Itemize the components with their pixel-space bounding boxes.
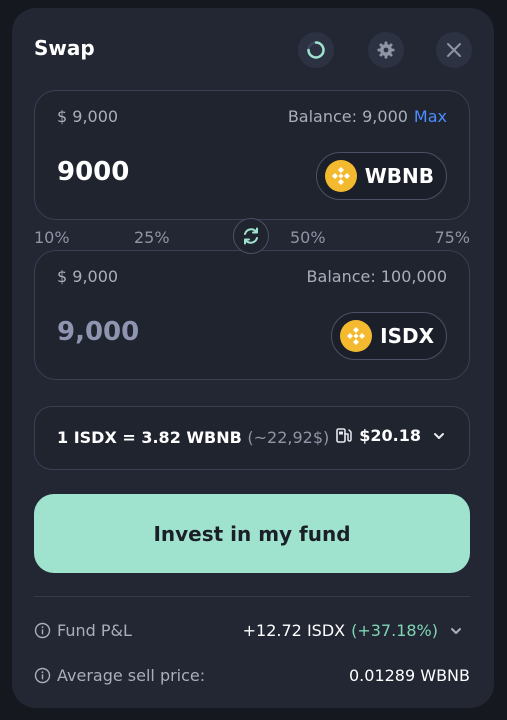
gas-pump-icon xyxy=(336,427,352,443)
to-balance: Balance: 100,000 xyxy=(306,267,447,286)
fund-pnl-amount: +12.72 ISDX xyxy=(242,621,346,640)
info-icon xyxy=(34,622,51,639)
average-sell-price-label-text: Average sell price: xyxy=(57,666,206,685)
swap-direction-button[interactable] xyxy=(233,218,269,254)
fund-pnl-label-text: Fund P&L xyxy=(57,621,132,640)
loading-spinner-icon xyxy=(307,41,325,59)
chevron-down-icon xyxy=(434,432,444,439)
average-sell-price-row: Average sell price: 0.01289 WBNB xyxy=(34,664,470,688)
gear-icon xyxy=(377,41,395,59)
exchange-rate: 1 ISDX = 3.82 WBNB (~22,92$) xyxy=(57,428,329,447)
exchange-rate-usd: (~22,92$) xyxy=(247,428,330,447)
to-usd-value: $ 9,000 xyxy=(57,267,119,286)
average-sell-price-label: Average sell price: xyxy=(34,666,205,685)
percent-50[interactable]: 50% xyxy=(290,228,326,247)
to-amount-input[interactable]: 9,000 xyxy=(57,317,139,347)
bnb-token-icon xyxy=(324,160,357,192)
swap-header: Swap xyxy=(34,32,472,68)
from-token-name: WBNB xyxy=(364,164,434,188)
settings-button[interactable] xyxy=(368,32,404,68)
fund-pnl-row: Fund P&L +12.72 ISDX (+37.18%) xyxy=(34,619,470,643)
bnb-token-icon xyxy=(340,320,373,352)
percent-25[interactable]: 25% xyxy=(134,228,170,247)
page-title: Swap xyxy=(34,36,95,60)
divider xyxy=(34,596,470,597)
from-balance: Balance: 9,000 Max xyxy=(288,107,447,126)
close-icon xyxy=(447,43,461,57)
max-button[interactable]: Max xyxy=(414,107,447,126)
gas-fee-value: $20.18 xyxy=(359,426,421,445)
fund-pnl-percent: (+37.18%) xyxy=(351,621,438,640)
info-icon xyxy=(34,667,51,684)
from-usd-value: $ 9,000 xyxy=(57,107,119,126)
invest-button[interactable]: Invest in my fund xyxy=(34,494,470,573)
from-token-panel: $ 9,000 Balance: 9,000 Max 9000 WBNB xyxy=(34,90,470,220)
refresh-button[interactable] xyxy=(298,32,334,68)
chevron-down-icon xyxy=(451,627,461,634)
fund-pnl-label: Fund P&L xyxy=(34,621,132,640)
exchange-rate-panel[interactable]: 1 ISDX = 3.82 WBNB (~22,92$) $20.18 xyxy=(34,406,470,470)
to-token-selector[interactable]: ISDX xyxy=(331,312,447,360)
average-sell-price-value: 0.01289 WBNB xyxy=(349,666,470,685)
percent-75[interactable]: 75% xyxy=(434,228,470,247)
swap-card: Swap $ 9,000 Balance: 9,000 Max 9000 WBN… xyxy=(12,8,494,708)
exchange-rate-text: 1 ISDX = 3.82 WBNB xyxy=(57,428,242,447)
from-balance-text: Balance: 9,000 xyxy=(287,107,408,126)
from-token-selector[interactable]: WBNB xyxy=(315,152,447,200)
swap-arrows-icon xyxy=(244,227,258,245)
to-token-panel: $ 9,000 Balance: 100,000 9,000 ISDX xyxy=(34,250,470,380)
gas-fee[interactable]: $20.18 xyxy=(335,426,447,445)
fund-pnl-value[interactable]: +12.72 ISDX (+37.18%) xyxy=(243,621,464,640)
percent-10[interactable]: 10% xyxy=(34,228,70,247)
from-amount-input[interactable]: 9000 xyxy=(57,157,129,187)
close-button[interactable] xyxy=(436,32,472,68)
to-token-name: ISDX xyxy=(380,324,434,348)
